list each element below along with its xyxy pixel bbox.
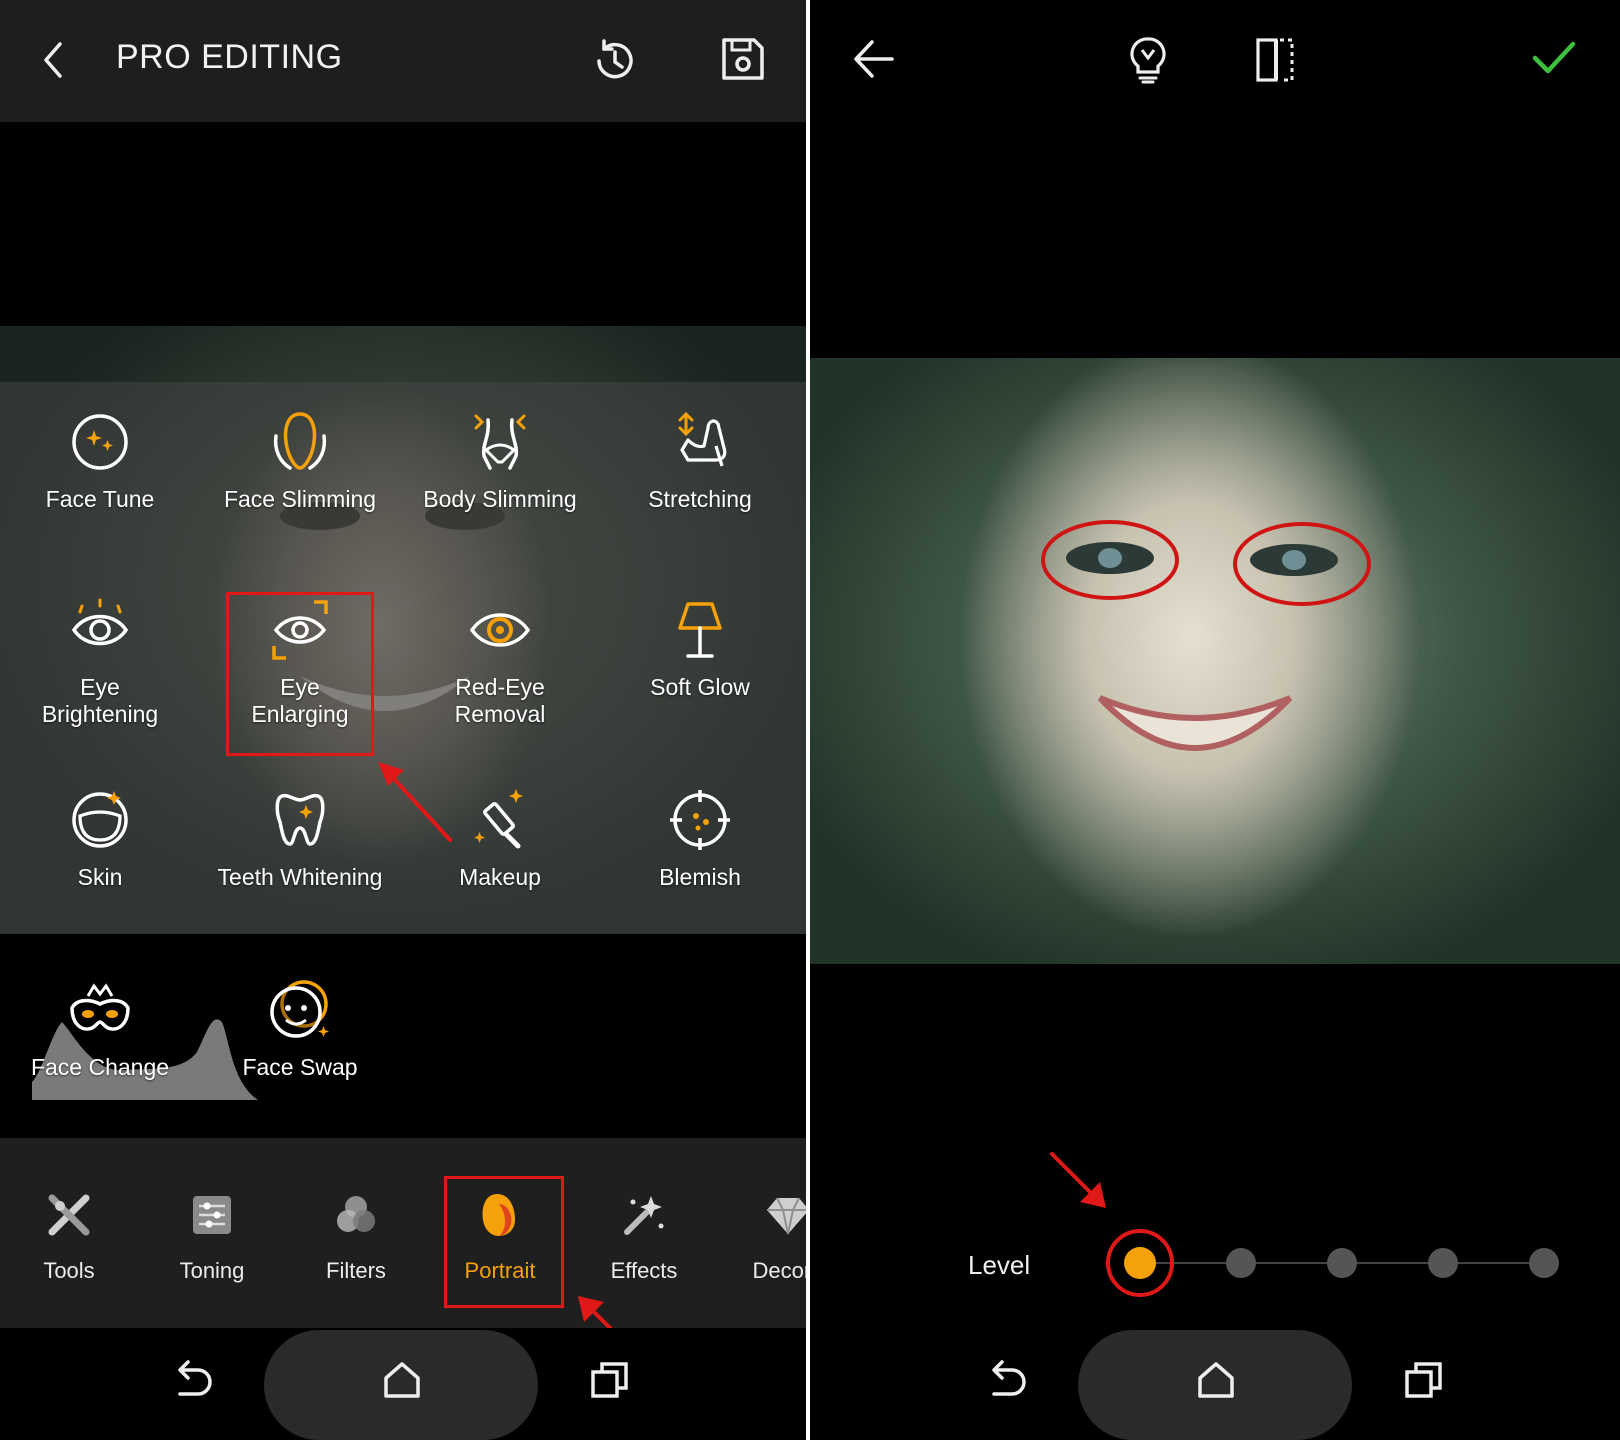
category-label: Toning [179,1258,245,1283]
confirm-check-icon[interactable] [1532,40,1576,76]
level-label: Level [968,1250,1031,1280]
back-chevron-icon[interactable] [36,40,72,80]
nav-back-icon[interactable] [984,1360,1028,1400]
soft-glow-icon [668,598,732,662]
annotation-arrow-icon [376,760,456,846]
tool-red-eye-removal[interactable]: Red-Eye Removal [400,598,600,728]
category-filters[interactable]: Filters [291,1192,421,1284]
tool-teeth-whitening[interactable]: Teeth Whitening [200,788,400,891]
lightbulb-icon[interactable] [1128,36,1168,84]
eye-brightening-icon [68,598,132,662]
face-swap-icon [268,978,332,1042]
tool-stretching[interactable]: Stretching [600,410,800,513]
category-effects[interactable]: Effects [579,1192,709,1284]
nav-recents-icon[interactable] [590,1360,630,1400]
category-label: Filters [326,1258,386,1283]
nav-home-icon [1196,1360,1236,1400]
blemish-icon [668,788,732,852]
tool-label: Face Change [30,1054,170,1080]
category-decor[interactable]: Decora [723,1192,806,1284]
level-step-5[interactable] [1529,1248,1559,1278]
back-arrow-icon[interactable] [852,38,894,80]
decor-icon [765,1192,806,1238]
tool-label: Red-Eye Removal [454,674,546,727]
level-slider[interactable] [1102,1218,1562,1308]
tool-body-slimming[interactable]: Body Slimming [400,410,600,513]
teeth-whitening-icon [268,788,332,852]
category-label: Tools [43,1258,95,1283]
page-title: PRO EDITING [116,38,343,76]
tool-label: Face Swap [242,1054,358,1080]
nav-back-icon[interactable] [170,1360,214,1400]
filters-icon [333,1192,379,1238]
annotation-arrow-icon [1048,1150,1108,1210]
category-label: Decora [752,1258,806,1283]
face-tune-icon [68,410,132,474]
eye-enlarging-highlight [226,592,374,756]
tool-skin[interactable]: Skin [0,788,200,891]
photo-canvas [810,358,1620,964]
tool-label: Makeup [459,864,541,890]
toning-icon [189,1192,235,1238]
tool-blemish[interactable]: Blemish [600,788,800,891]
level-step-1[interactable] [1124,1247,1156,1279]
tool-label: Soft Glow [650,674,750,700]
face-change-icon [68,978,132,1042]
right-screen: Level [810,0,1620,1440]
red-eye-removal-icon [468,598,532,662]
tool-soft-glow[interactable]: Soft Glow [600,598,800,701]
history-icon[interactable] [590,36,640,86]
category-toning[interactable]: Toning [147,1192,277,1284]
save-icon[interactable] [720,36,766,82]
stretching-icon [668,410,732,474]
nav-recents-icon[interactable] [1404,1360,1444,1400]
tool-label: Face Slimming [223,486,377,512]
tool-eye-brightening[interactable]: Eye Brightening [0,598,200,728]
tool-label: Teeth Whitening [217,864,383,890]
skin-icon [68,788,132,852]
makeup-icon [468,788,532,852]
tool-label: Eye Brightening [41,674,159,727]
face-slimming-icon [268,410,332,474]
tool-face-change[interactable]: Face Change [0,978,200,1081]
tool-face-tune[interactable]: Face Tune [0,410,200,513]
category-label: Effects [610,1258,678,1283]
left-screen: PRO EDITING Face Tune Face Slimming Body… [0,0,806,1440]
tool-label: Body Slimming [423,486,577,512]
level-step-4[interactable] [1428,1248,1458,1278]
level-step-3[interactable] [1327,1248,1357,1278]
body-slimming-icon [468,410,532,474]
tool-label: Skin [77,864,123,890]
effects-icon [621,1192,667,1238]
tool-label: Blemish [659,864,741,890]
category-tools[interactable]: Tools [4,1192,134,1284]
nav-home-icon [382,1360,422,1400]
tool-face-swap[interactable]: Face Swap [200,978,400,1081]
level-step-2[interactable] [1226,1248,1256,1278]
tool-label: Face Tune [45,486,155,512]
tools-icon [46,1192,92,1238]
tool-face-slimming[interactable]: Face Slimming [200,410,400,513]
tool-label: Stretching [648,486,752,512]
compare-icon[interactable] [1256,38,1296,82]
portrait-highlight [444,1176,564,1308]
